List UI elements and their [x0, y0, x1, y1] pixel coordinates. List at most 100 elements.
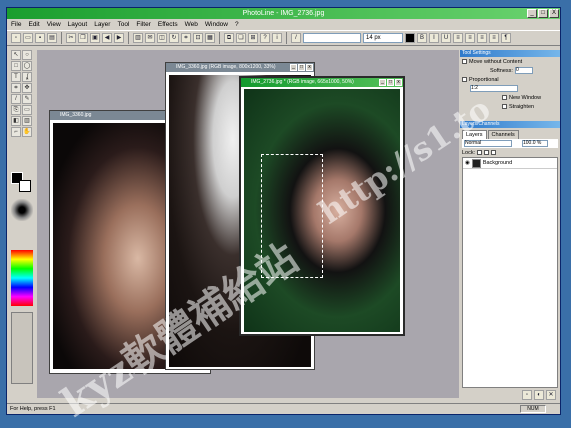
menu-layer[interactable]: Layer [94, 19, 110, 30]
canvas-icon[interactable]: ▦ [205, 33, 215, 43]
print-icon[interactable]: ▤ [47, 33, 57, 43]
layer-icon[interactable]: ◫ [157, 33, 167, 43]
menu-view[interactable]: View [47, 19, 61, 30]
scan-icon[interactable]: ▥ [133, 33, 143, 43]
doc-minimize-button[interactable]: _ [290, 64, 297, 71]
menu-layout[interactable]: Layout [68, 19, 88, 30]
copy-icon[interactable]: ❐ [78, 33, 88, 43]
menu-help[interactable]: ? [235, 19, 239, 30]
clone-tool-icon[interactable]: ⎘ [11, 105, 21, 115]
align-right-icon[interactable]: ≡ [477, 33, 487, 43]
lock-position-checkbox[interactable] [491, 150, 497, 155]
lasso-tool-icon[interactable]: ʆ [22, 72, 32, 82]
menu-tool[interactable]: Tool [117, 19, 129, 30]
tab-channels[interactable]: Channels [487, 130, 519, 139]
redo-icon[interactable]: ▶ [114, 33, 124, 43]
rotate-icon[interactable]: ↻ [169, 33, 179, 43]
crop-icon[interactable]: ⌗ [181, 33, 191, 43]
document-window-active[interactable]: IMG_2736.jpg * (RGB image, 665x1000, 50%… [239, 76, 405, 336]
menu-web[interactable]: Web [185, 19, 198, 30]
color-swatch-icon[interactable] [405, 33, 415, 43]
font-combo[interactable] [303, 33, 361, 43]
doc-maximize-button[interactable]: □ [298, 64, 305, 71]
doc-close-button[interactable]: x [306, 64, 313, 71]
brush-tool-icon[interactable]: / [11, 94, 21, 104]
move-content-checkbox[interactable] [462, 59, 467, 64]
new-layer-icon[interactable]: ▫ [522, 389, 532, 400]
gradient-tool-icon[interactable]: ▥ [22, 116, 32, 126]
new-file-icon[interactable]: ▫ [11, 33, 21, 43]
color-swatches[interactable] [11, 312, 33, 384]
ellipse-select-icon[interactable]: ◯ [22, 61, 32, 71]
brush-preview[interactable] [11, 199, 33, 221]
title-bar[interactable]: PhotoLine - IMG_2736.jpg _ □ X [7, 8, 560, 19]
opacity-input[interactable]: 100.0 % [522, 140, 548, 147]
cut-icon[interactable]: ✂ [66, 33, 76, 43]
underline-icon[interactable]: U [441, 33, 451, 43]
pointer-tool-icon[interactable]: ↖ [11, 50, 21, 60]
crop-tool-icon[interactable]: ⌗ [11, 83, 21, 93]
tool-palette: ↖ ○ □ ◯ T ʆ ⌗ ✥ / ✎ ⎘ ▭ ◧ ▥ ⌐ ✋ [10, 50, 34, 395]
text-tool-icon[interactable]: T [11, 72, 21, 82]
info-icon[interactable]: i [272, 33, 282, 43]
paste-icon[interactable]: ▣ [90, 33, 100, 43]
menu-edit[interactable]: Edit [28, 19, 39, 30]
justify-icon[interactable]: ≡ [489, 33, 499, 43]
minimize-button[interactable]: _ [527, 9, 537, 18]
blend-mode-combo[interactable]: Normal [464, 140, 512, 147]
softness-input[interactable]: 0 [514, 67, 533, 74]
menu-filter[interactable]: Filter [136, 19, 150, 30]
layers-tabs: Layers Channels [460, 130, 560, 139]
image-size-icon[interactable]: ⊡ [193, 33, 203, 43]
doc-maximize-button[interactable]: □ [387, 79, 394, 86]
brush-icon[interactable]: / [291, 33, 301, 43]
eyedropper-tool-icon[interactable]: ⌐ [11, 127, 21, 137]
text-options-icon[interactable]: ¶ [501, 33, 511, 43]
delete-layer-icon[interactable]: ✕ [546, 389, 556, 400]
eraser-tool-icon[interactable]: ▭ [22, 105, 32, 115]
menu-effects[interactable]: Effects [158, 19, 178, 30]
tab-layers[interactable]: Layers [462, 130, 487, 139]
softness-label: Softness: [490, 67, 513, 74]
brush-size-combo[interactable]: 14 px [363, 33, 403, 43]
new-window-checkbox[interactable] [502, 95, 507, 100]
doc-minimize-button[interactable]: _ [379, 79, 386, 86]
close-button[interactable]: X [549, 9, 559, 18]
align-left-icon[interactable]: ≡ [453, 33, 463, 43]
help-icon[interactable]: ? [260, 33, 270, 43]
proportional-checkbox[interactable] [462, 77, 467, 82]
undo-icon[interactable]: ◀ [102, 33, 112, 43]
lock-pixels-checkbox[interactable] [484, 150, 490, 155]
fill-tool-icon[interactable]: ◧ [11, 116, 21, 126]
doc-close-button[interactable]: x [395, 79, 402, 86]
zoom-tool-icon[interactable]: ○ [22, 50, 32, 60]
fit-icon[interactable]: ⊞ [248, 33, 258, 43]
layer-row[interactable]: ◉ Background [463, 158, 557, 169]
copy-layer-icon[interactable]: ⧉ [224, 33, 234, 43]
email-icon[interactable]: ✉ [145, 33, 155, 43]
open-file-icon[interactable]: ▭ [23, 33, 33, 43]
align-center-icon[interactable]: ≡ [465, 33, 475, 43]
save-icon[interactable]: ▪ [35, 33, 45, 43]
maximize-button[interactable]: □ [538, 9, 548, 18]
bold-icon[interactable]: B [417, 33, 427, 43]
selection-marquee[interactable] [261, 154, 323, 278]
menu-window[interactable]: Window [205, 19, 228, 30]
layer-effects-icon[interactable]: ◐ [534, 389, 544, 400]
background-color[interactable] [19, 180, 31, 192]
menu-file[interactable]: File [11, 19, 21, 30]
layers-panel-title: Layers/Channels [460, 121, 560, 128]
move-tool-icon[interactable]: ✥ [22, 83, 32, 93]
color-spectrum[interactable] [11, 250, 33, 306]
italic-icon[interactable]: I [429, 33, 439, 43]
pencil-tool-icon[interactable]: ✎ [22, 94, 32, 104]
duplicate-icon[interactable]: ❏ [236, 33, 246, 43]
num-lock-indicator: NUM [520, 405, 546, 413]
rect-select-icon[interactable]: □ [11, 61, 21, 71]
ratio-combo[interactable]: 1:2 [470, 85, 518, 92]
hand-tool-icon[interactable]: ✋ [22, 127, 32, 137]
straighten-checkbox[interactable] [502, 104, 507, 109]
photoline-window: PhotoLine - IMG_2736.jpg _ □ X File Edit… [6, 7, 561, 415]
eye-icon[interactable]: ◉ [465, 160, 470, 166]
lock-transparency-checkbox[interactable] [477, 150, 483, 155]
